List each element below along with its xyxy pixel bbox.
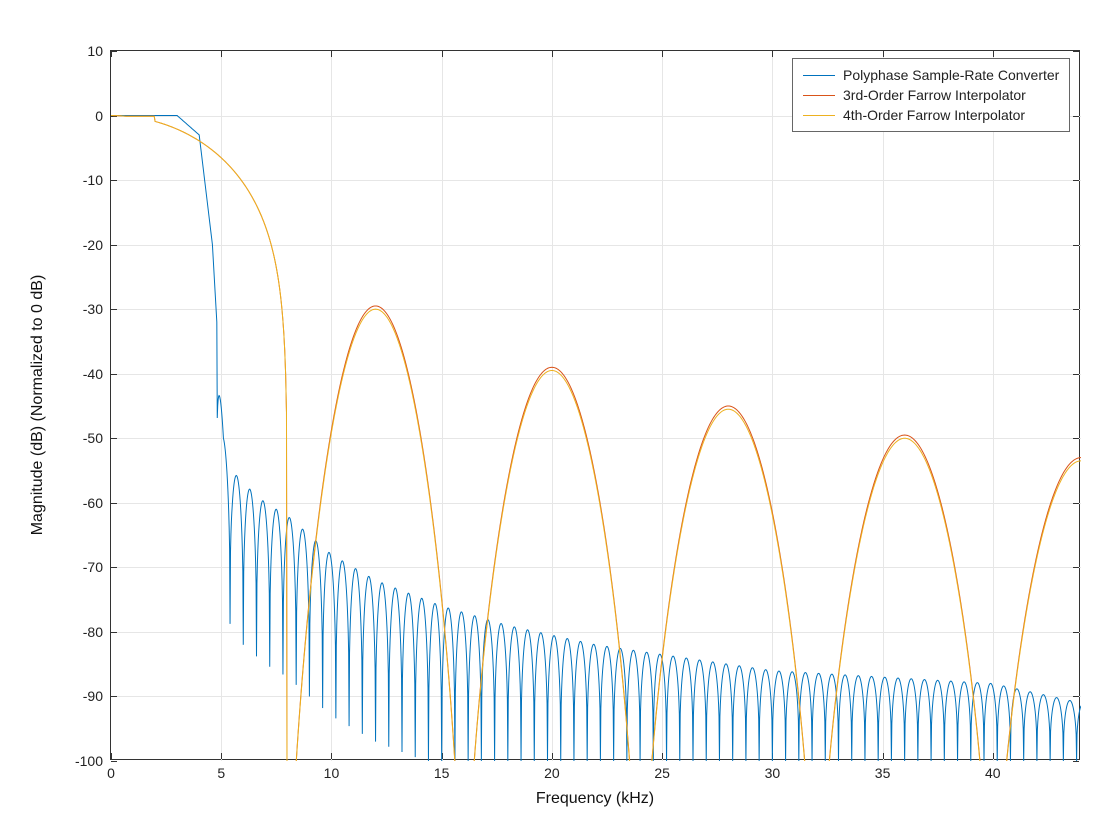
y-tick-label: -70 xyxy=(83,559,103,575)
legend-entry: 4th-Order Farrow Interpolator xyxy=(803,105,1059,125)
x-axis-label: Frequency (kHz) xyxy=(536,790,654,808)
y-tick-label: 0 xyxy=(95,108,103,124)
x-tick-label: 0 xyxy=(107,765,115,781)
x-tick-label: 30 xyxy=(765,765,781,781)
legend-label: Polyphase Sample-Rate Converter xyxy=(843,65,1059,85)
x-tick-label: 15 xyxy=(434,765,450,781)
y-tick-label: -80 xyxy=(83,624,103,640)
legend-swatch xyxy=(803,95,835,96)
x-tick-label: 20 xyxy=(544,765,560,781)
series-polyphase xyxy=(111,116,1081,761)
y-tick-label: 10 xyxy=(87,43,103,59)
y-tick-label: -100 xyxy=(75,753,103,769)
x-tick-label: 10 xyxy=(324,765,340,781)
x-tick-label: 40 xyxy=(985,765,1001,781)
y-tick-label: -60 xyxy=(83,495,103,511)
y-tick-label: -40 xyxy=(83,366,103,382)
legend-entry: Polyphase Sample-Rate Converter xyxy=(803,65,1059,85)
legend-label: 4th-Order Farrow Interpolator xyxy=(843,105,1025,125)
legend-entry: 3rd-Order Farrow Interpolator xyxy=(803,85,1059,105)
y-tick-label: -90 xyxy=(83,688,103,704)
x-tick-label: 35 xyxy=(875,765,891,781)
x-tick-label: 25 xyxy=(654,765,670,781)
y-tick-label: -10 xyxy=(83,172,103,188)
legend: Polyphase Sample-Rate Converter3rd-Order… xyxy=(792,58,1070,132)
legend-swatch xyxy=(803,115,835,116)
y-tick-label: -20 xyxy=(83,237,103,253)
axes: 0510152025303540-100-90-80-70-60-50-40-3… xyxy=(110,50,1080,760)
y-tick-label: -50 xyxy=(83,430,103,446)
y-axis-label: Magnitude (dB) (Normalized to 0 dB) xyxy=(29,275,47,536)
legend-swatch xyxy=(803,75,835,76)
y-tick-label: -30 xyxy=(83,301,103,317)
x-tick-label: 5 xyxy=(217,765,225,781)
series-farrow3 xyxy=(111,116,1081,840)
legend-label: 3rd-Order Farrow Interpolator xyxy=(843,85,1026,105)
